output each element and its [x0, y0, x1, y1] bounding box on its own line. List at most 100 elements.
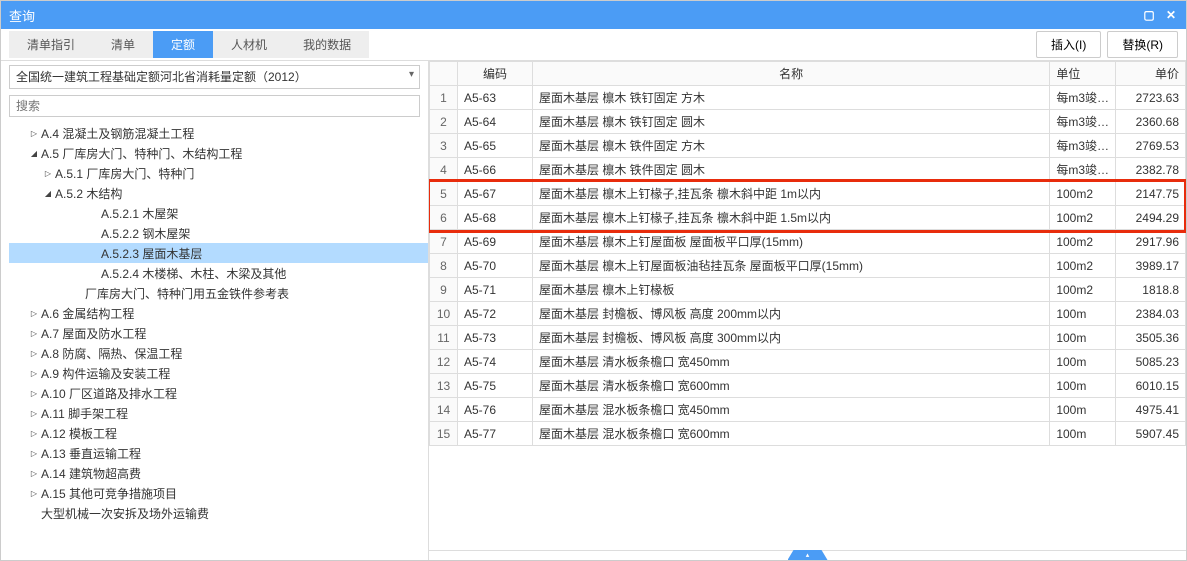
- cell-code[interactable]: A5-64: [458, 110, 533, 134]
- cell-unit[interactable]: 100m: [1050, 350, 1116, 374]
- norm-combo-value[interactable]: 全国统一建筑工程基础定额河北省消耗量定额（2012）: [9, 65, 420, 89]
- cell-code[interactable]: A5-73: [458, 326, 533, 350]
- cell-code[interactable]: A5-75: [458, 374, 533, 398]
- cell-unit[interactable]: 100m2: [1050, 206, 1116, 230]
- expander-icon[interactable]: ▷: [29, 389, 39, 398]
- cell-price[interactable]: 2147.75: [1116, 182, 1186, 206]
- cell-unit[interactable]: 100m2: [1050, 230, 1116, 254]
- tree-item[interactable]: ▷A.8 防腐、隔热、保温工程: [9, 343, 428, 363]
- tree-item[interactable]: ▷A.5.1 厂库房大门、特种门: [9, 163, 428, 183]
- cell-code[interactable]: A5-63: [458, 86, 533, 110]
- col-unit[interactable]: 单位: [1050, 62, 1116, 86]
- expander-icon[interactable]: ▷: [29, 129, 39, 138]
- table-row[interactable]: 11A5-73屋面木基层 封檐板、博风板 高度 300mm以内100m3505.…: [430, 326, 1186, 350]
- cell-price[interactable]: 2769.53: [1116, 134, 1186, 158]
- cell-unit[interactable]: 每m3竣…: [1050, 158, 1116, 182]
- expander-icon[interactable]: ▷: [29, 429, 39, 438]
- cell-code[interactable]: A5-67: [458, 182, 533, 206]
- cell-unit[interactable]: 100m: [1050, 398, 1116, 422]
- table-row[interactable]: 9A5-71屋面木基层 檩木上钉椽板100m21818.8: [430, 278, 1186, 302]
- table-row[interactable]: 5A5-67屋面木基层 檩木上钉椽子,挂瓦条 檩木斜中距 1m以内100m221…: [430, 182, 1186, 206]
- tree-item[interactable]: ▷A.4 混凝土及钢筋混凝土工程: [9, 123, 428, 143]
- tab-0[interactable]: 清单指引: [9, 31, 93, 58]
- expander-icon[interactable]: ▷: [29, 349, 39, 358]
- col-rownum[interactable]: [430, 62, 458, 86]
- cell-unit[interactable]: 100m2: [1050, 278, 1116, 302]
- cell-unit[interactable]: 100m: [1050, 326, 1116, 350]
- col-code[interactable]: 编码: [458, 62, 533, 86]
- cell-name[interactable]: 屋面木基层 檩木上钉椽板: [533, 278, 1050, 302]
- table-row[interactable]: 2A5-64屋面木基层 檩木 铁钉固定 圆木每m3竣…2360.68: [430, 110, 1186, 134]
- cell-unit[interactable]: 100m2: [1050, 182, 1116, 206]
- cell-name[interactable]: 屋面木基层 檩木上钉屋面板 屋面板平口厚(15mm): [533, 230, 1050, 254]
- expander-icon[interactable]: ▷: [29, 329, 39, 338]
- table-row[interactable]: 6A5-68屋面木基层 檩木上钉椽子,挂瓦条 檩木斜中距 1.5m以内100m2…: [430, 206, 1186, 230]
- maximize-icon[interactable]: ▢: [1142, 8, 1156, 22]
- tree-item[interactable]: ▷A.13 垂直运输工程: [9, 443, 428, 463]
- cell-price[interactable]: 2494.29: [1116, 206, 1186, 230]
- tree-item[interactable]: ▷A.15 其他可竞争措施项目: [9, 483, 428, 503]
- cell-name[interactable]: 屋面木基层 清水板条檐口 宽450mm: [533, 350, 1050, 374]
- cell-name[interactable]: 屋面木基层 檩木上钉椽子,挂瓦条 檩木斜中距 1m以内: [533, 182, 1050, 206]
- cell-unit[interactable]: 100m2: [1050, 254, 1116, 278]
- cell-price[interactable]: 2723.63: [1116, 86, 1186, 110]
- tree-item[interactable]: ◢A.5.2 木结构: [9, 183, 428, 203]
- cell-code[interactable]: A5-66: [458, 158, 533, 182]
- tab-4[interactable]: 我的数据: [285, 31, 369, 58]
- expander-icon[interactable]: ◢: [43, 189, 53, 198]
- cell-name[interactable]: 屋面木基层 檩木 铁钉固定 方木: [533, 86, 1050, 110]
- close-icon[interactable]: ✕: [1164, 8, 1178, 22]
- cell-price[interactable]: 3989.17: [1116, 254, 1186, 278]
- tree-item[interactable]: ▷A.9 构件运输及安装工程: [9, 363, 428, 383]
- tree-item[interactable]: ◢A.5 厂库房大门、特种门、木结构工程: [9, 143, 428, 163]
- cell-unit[interactable]: 100m: [1050, 422, 1116, 446]
- cell-code[interactable]: A5-70: [458, 254, 533, 278]
- cell-code[interactable]: A5-65: [458, 134, 533, 158]
- cell-unit[interactable]: 每m3竣…: [1050, 134, 1116, 158]
- cell-unit[interactable]: 每m3竣…: [1050, 86, 1116, 110]
- tree-item[interactable]: A.5.2.2 钢木屋架: [9, 223, 428, 243]
- cell-code[interactable]: A5-68: [458, 206, 533, 230]
- cell-code[interactable]: A5-69: [458, 230, 533, 254]
- cell-price[interactable]: 2384.03: [1116, 302, 1186, 326]
- tree-item[interactable]: ▷A.11 脚手架工程: [9, 403, 428, 423]
- cell-code[interactable]: A5-76: [458, 398, 533, 422]
- tree-item[interactable]: A.5.2.4 木楼梯、木柱、木梁及其他: [9, 263, 428, 283]
- tree-item[interactable]: ▷A.7 屋面及防水工程: [9, 323, 428, 343]
- table-row[interactable]: 12A5-74屋面木基层 清水板条檐口 宽450mm100m5085.23: [430, 350, 1186, 374]
- expand-handle-icon[interactable]: ▴: [788, 550, 828, 560]
- cell-code[interactable]: A5-71: [458, 278, 533, 302]
- search-input[interactable]: [9, 95, 420, 117]
- insert-button[interactable]: 插入(I): [1036, 31, 1101, 58]
- cell-name[interactable]: 屋面木基层 封檐板、博风板 高度 300mm以内: [533, 326, 1050, 350]
- table-row[interactable]: 1A5-63屋面木基层 檩木 铁钉固定 方木每m3竣…2723.63: [430, 86, 1186, 110]
- cell-name[interactable]: 屋面木基层 封檐板、博风板 高度 200mm以内: [533, 302, 1050, 326]
- table-row[interactable]: 8A5-70屋面木基层 檩木上钉屋面板油毡挂瓦条 屋面板平口厚(15mm)100…: [430, 254, 1186, 278]
- cell-name[interactable]: 屋面木基层 檩木 铁钉固定 圆木: [533, 110, 1050, 134]
- expander-icon[interactable]: ◢: [29, 149, 39, 158]
- cell-price[interactable]: 4975.41: [1116, 398, 1186, 422]
- cell-price[interactable]: 1818.8: [1116, 278, 1186, 302]
- tab-2[interactable]: 定额: [153, 31, 213, 58]
- table-row[interactable]: 15A5-77屋面木基层 混水板条檐口 宽600mm100m5907.45: [430, 422, 1186, 446]
- table-row[interactable]: 10A5-72屋面木基层 封檐板、博风板 高度 200mm以内100m2384.…: [430, 302, 1186, 326]
- data-grid[interactable]: 编码 名称 单位 单价 1A5-63屋面木基层 檩木 铁钉固定 方木每m3竣…2…: [429, 61, 1186, 446]
- tree-item[interactable]: ▷A.12 模板工程: [9, 423, 428, 443]
- tree-item[interactable]: ▷A.10 厂区道路及排水工程: [9, 383, 428, 403]
- tree-item[interactable]: 大型机械一次安拆及场外运输费: [9, 503, 428, 523]
- cell-unit[interactable]: 100m: [1050, 302, 1116, 326]
- cell-price[interactable]: 3505.36: [1116, 326, 1186, 350]
- tab-1[interactable]: 清单: [93, 31, 153, 58]
- tree-item[interactable]: ▷A.14 建筑物超高费: [9, 463, 428, 483]
- col-price[interactable]: 单价: [1116, 62, 1186, 86]
- cell-name[interactable]: 屋面木基层 混水板条檐口 宽600mm: [533, 422, 1050, 446]
- cell-price[interactable]: 5907.45: [1116, 422, 1186, 446]
- replace-button[interactable]: 替换(R): [1107, 31, 1178, 58]
- tree-item[interactable]: ▷A.6 金属结构工程: [9, 303, 428, 323]
- table-row[interactable]: 13A5-75屋面木基层 清水板条檐口 宽600mm100m6010.15: [430, 374, 1186, 398]
- tree-item[interactable]: A.5.2.3 屋面木基层: [9, 243, 428, 263]
- cell-unit[interactable]: 100m: [1050, 374, 1116, 398]
- tab-3[interactable]: 人材机: [213, 31, 285, 58]
- table-row[interactable]: 3A5-65屋面木基层 檩木 铁件固定 方木每m3竣…2769.53: [430, 134, 1186, 158]
- cell-price[interactable]: 2382.78: [1116, 158, 1186, 182]
